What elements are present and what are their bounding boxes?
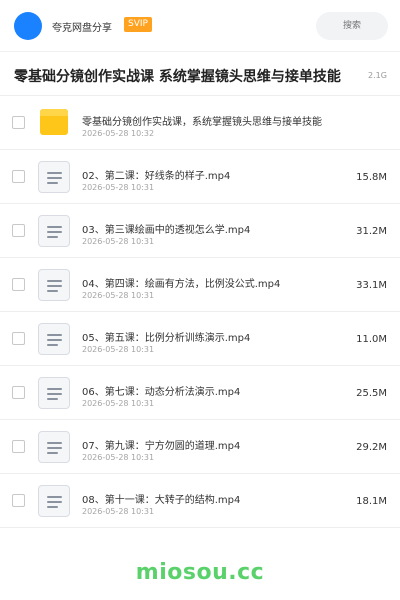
- file-date: 2026-05-28 10:31: [82, 399, 155, 408]
- file-date: 2026-05-28 10:31: [82, 237, 155, 246]
- video-file-icon: [38, 161, 70, 193]
- row-checkbox[interactable]: [12, 224, 25, 237]
- page-title: 零基础分镜创作实战课 系统掌握镜头思维与接单技能: [14, 69, 341, 85]
- file-size: 29.2M: [356, 442, 387, 453]
- row-checkbox[interactable]: [12, 494, 25, 507]
- file-name[interactable]: 04、第四课：绘画有方法，比例没公式.mp4: [82, 275, 280, 290]
- file-row[interactable]: 05、第五课：比例分析训练演示.mp4 2026-05-28 10:31 11.0M: [0, 312, 400, 366]
- total-size: 2.1G: [368, 71, 387, 80]
- file-date: 2026-05-28 10:31: [82, 291, 155, 300]
- file-row[interactable]: 03、第三课绘画中的透视怎么学.mp4 2026-05-28 10:31 31.2M: [0, 204, 400, 258]
- file-name[interactable]: 06、第七课：动态分析法演示.mp4: [82, 383, 240, 398]
- file-row[interactable]: 06、第七课：动态分析法演示.mp4 2026-05-28 10:31 25.5M: [0, 366, 400, 420]
- file-row[interactable]: 04、第四课：绘画有方法，比例没公式.mp4 2026-05-28 10:31 33…: [0, 258, 400, 312]
- file-size: 15.8M: [356, 172, 387, 183]
- row-checkbox[interactable]: [12, 386, 25, 399]
- video-file-icon: [38, 485, 70, 517]
- file-date: 2026-05-28 10:31: [82, 183, 155, 192]
- file-row[interactable]: 02、第二课：好线条的样子.mp4 2026-05-28 10:31 15.8M: [0, 150, 400, 204]
- folder-row[interactable]: 零基础分镜创作实战课，系统掌握镜头思维与接单技能 2026-05-28 10:32: [0, 96, 400, 150]
- file-size: 18.1M: [356, 496, 387, 507]
- file-size: 25.5M: [356, 388, 387, 399]
- watermark: miosou.cc: [135, 560, 265, 585]
- file-size: 33.1M: [356, 280, 387, 291]
- video-file-icon: [38, 377, 70, 409]
- file-size: 31.2M: [356, 226, 387, 237]
- search-input[interactable]: [316, 12, 388, 40]
- file-name[interactable]: 07、第九课：宁方勿圆的道理.mp4: [82, 437, 240, 452]
- row-checkbox[interactable]: [12, 440, 25, 453]
- app-header: 夸克网盘分享 SVIP: [0, 0, 400, 52]
- file-date: 2026-05-28 10:32: [82, 129, 155, 138]
- row-checkbox[interactable]: [12, 116, 25, 129]
- video-file-icon: [38, 323, 70, 355]
- file-date: 2026-05-28 10:31: [82, 507, 155, 516]
- video-file-icon: [38, 215, 70, 247]
- file-name[interactable]: 零基础分镜创作实战课，系统掌握镜头思维与接单技能: [82, 113, 322, 128]
- folder-icon: [38, 107, 70, 139]
- file-row[interactable]: 08、第十一课：大转子的结构.mp4 2026-05-28 10:31 18.1M: [0, 474, 400, 528]
- app-name: 夸克网盘分享: [52, 23, 112, 34]
- file-name[interactable]: 05、第五课：比例分析训练演示.mp4: [82, 329, 250, 344]
- row-checkbox[interactable]: [12, 278, 25, 291]
- file-row[interactable]: 07、第九课：宁方勿圆的道理.mp4 2026-05-28 10:31 29.2M: [0, 420, 400, 474]
- file-name[interactable]: 03、第三课绘画中的透视怎么学.mp4: [82, 221, 250, 236]
- file-date: 2026-05-28 10:31: [82, 345, 155, 354]
- row-checkbox[interactable]: [12, 170, 25, 183]
- file-name[interactable]: 02、第二课：好线条的样子.mp4: [82, 167, 230, 182]
- row-checkbox[interactable]: [12, 332, 25, 345]
- avatar[interactable]: [14, 12, 42, 40]
- svip-badge: SVIP: [124, 17, 152, 32]
- file-name[interactable]: 08、第十一课：大转子的结构.mp4: [82, 491, 240, 506]
- share-title-row: 零基础分镜创作实战课 系统掌握镜头思维与接单技能 2.1G: [0, 52, 400, 96]
- file-date: 2026-05-28 10:31: [82, 453, 155, 462]
- video-file-icon: [38, 431, 70, 463]
- file-size: 11.0M: [356, 334, 387, 345]
- video-file-icon: [38, 269, 70, 301]
